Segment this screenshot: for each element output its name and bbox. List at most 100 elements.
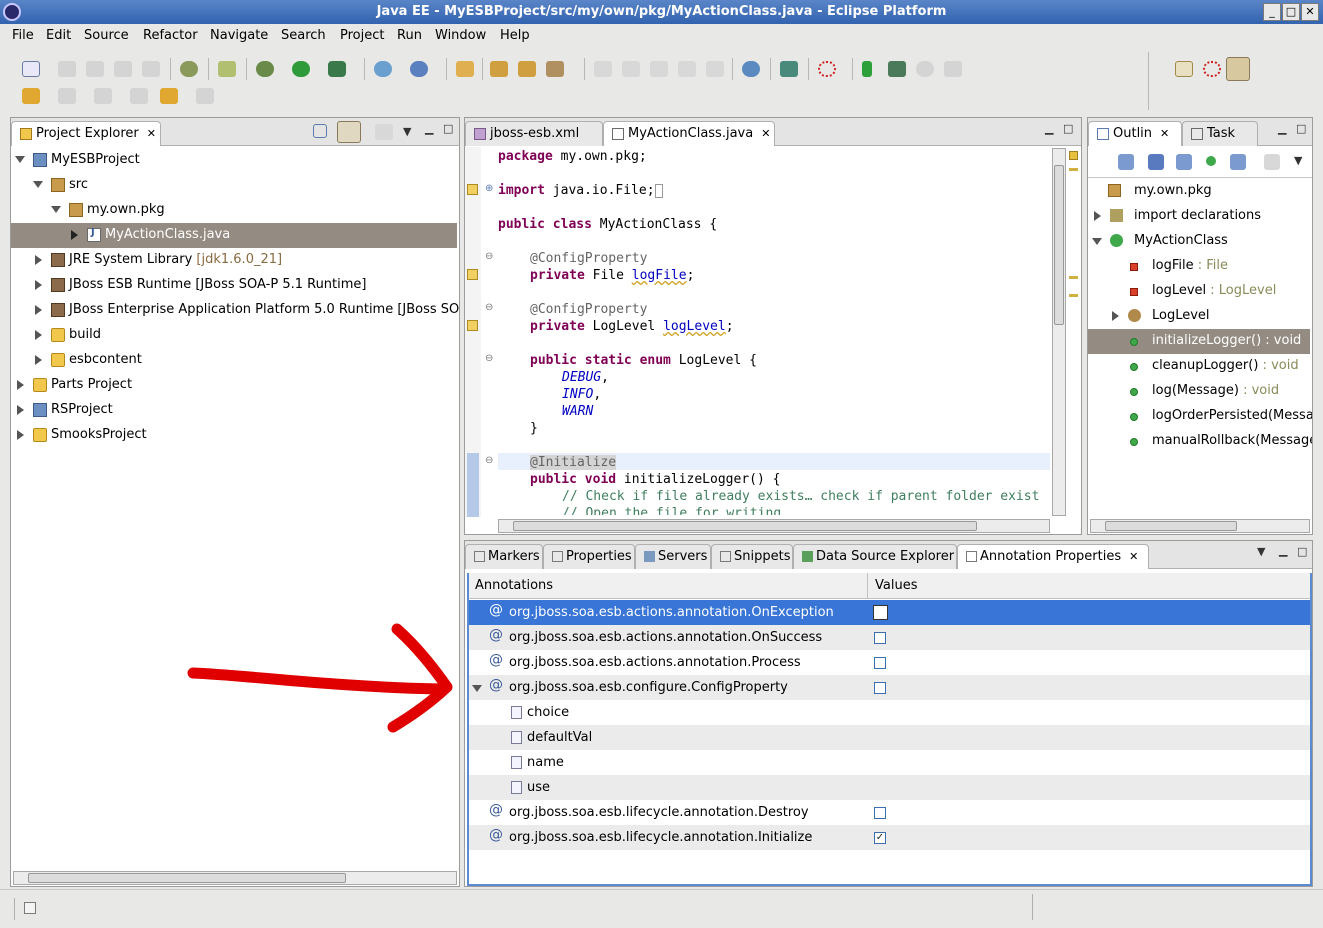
menu-source[interactable]: Source [84, 28, 129, 43]
overview-marker[interactable] [1069, 276, 1078, 279]
tree-item-esb-runtime[interactable]: JBoss ESB Runtime [JBoss SOA-P 5.1 Runti… [11, 273, 459, 298]
scrollbar-thumb[interactable] [513, 521, 977, 531]
collapse-twisty-icon[interactable] [71, 230, 78, 240]
table-row-configproperty[interactable]: @ org.jboss.soa.esb.configure.ConfigProp… [469, 675, 1310, 700]
expand-twisty-icon[interactable] [51, 206, 61, 213]
maximize-view-icon[interactable]: □ [1296, 122, 1306, 135]
value-checkbox[interactable] [874, 657, 886, 669]
collapse-twisty-icon[interactable] [17, 380, 24, 390]
save-as-icon[interactable] [114, 61, 132, 77]
tree-item-esbcontent[interactable]: esbcontent [11, 348, 459, 373]
hide-fields-icon[interactable] [1148, 154, 1164, 170]
collapse-fold-icon[interactable]: ⊖ [485, 455, 493, 466]
menu-help[interactable]: Help [500, 28, 530, 43]
tab-servers[interactable]: Servers [635, 544, 711, 569]
collapse-twisty-icon[interactable] [1112, 311, 1119, 321]
run-external-icon[interactable] [328, 61, 346, 77]
collapse-twisty-icon[interactable] [17, 430, 24, 440]
debug-server-icon[interactable] [888, 61, 906, 77]
pen-icon[interactable] [218, 61, 236, 77]
tab-properties[interactable]: Properties [543, 544, 635, 569]
tree-item-src[interactable]: src [11, 173, 459, 198]
outline-item-class[interactable]: MyActionClass [1088, 229, 1312, 254]
column-header-annotations[interactable]: Annotations [475, 578, 553, 593]
overview-marker[interactable] [1069, 168, 1078, 171]
tree-item-smooksproject[interactable]: SmooksProject [11, 423, 459, 448]
table-row-onsuccess[interactable]: @ org.jboss.soa.esb.actions.annotation.O… [469, 625, 1310, 650]
tree-item-build[interactable]: build [11, 323, 459, 348]
tree-item-package[interactable]: my.own.pkg [11, 198, 459, 223]
warning-icon[interactable] [467, 269, 478, 280]
deploy-icon[interactable] [780, 61, 798, 77]
table-row-destroy[interactable]: @ org.jboss.soa.esb.lifecycle.annotation… [469, 800, 1310, 825]
collapse-fold-icon[interactable]: ⊖ [485, 353, 493, 364]
collapse-twisty-icon[interactable] [35, 305, 42, 315]
collapse-twisty-icon[interactable] [35, 280, 42, 290]
close-button[interactable]: ✕ [1301, 3, 1319, 21]
tab-markers[interactable]: Markers [465, 544, 543, 569]
tab-project-explorer[interactable]: Project Explorer ✕ [11, 121, 161, 146]
editor-horizontal-scrollbar[interactable] [498, 519, 1050, 533]
start-server-icon[interactable] [862, 61, 872, 77]
collapse-twisty-icon[interactable] [1094, 211, 1101, 221]
menu-refactor[interactable]: Refactor [143, 28, 198, 43]
link-editor-icon[interactable] [337, 121, 361, 143]
value-checkbox[interactable] [874, 632, 886, 644]
sort-icon[interactable] [1118, 154, 1134, 170]
maximize-button[interactable]: □ [1282, 3, 1300, 21]
tree-item-myactionclass[interactable]: MyActionClass.java [11, 223, 457, 248]
globe-icon[interactable] [742, 61, 760, 77]
new-class-icon[interactable] [410, 61, 428, 77]
view-menu-icon[interactable]: ▼ [403, 125, 411, 138]
tree-item-rsproject[interactable]: RSProject [11, 398, 459, 423]
column-header-values[interactable]: Values [875, 578, 917, 593]
close-tab-icon[interactable]: ✕ [147, 127, 156, 140]
overview-warning-icon[interactable] [1069, 151, 1078, 160]
tab-task[interactable]: Task [1182, 121, 1258, 146]
expand-twisty-icon[interactable] [33, 181, 43, 188]
tree-item-parts-project[interactable]: Parts Project [11, 373, 459, 398]
outline-item-log[interactable]: log(Message) : void [1088, 379, 1312, 404]
spinner-icon[interactable] [818, 61, 836, 77]
open-folder-icon[interactable] [456, 61, 474, 77]
code-area[interactable]: package my.own.pkg; import java.io.File;… [498, 147, 1050, 515]
collapse-twisty-icon[interactable] [17, 405, 24, 415]
overview-marker[interactable] [1069, 294, 1078, 297]
tab-jboss-esb-xml[interactable]: jboss-esb.xml [465, 121, 603, 146]
minimize-button[interactable]: _ [1263, 3, 1281, 21]
collapse-fold-icon[interactable]: ⊖ [485, 302, 493, 313]
save-all-icon[interactable] [86, 61, 104, 77]
javaee-perspective-icon[interactable] [1226, 57, 1250, 81]
value-checkbox[interactable] [874, 807, 886, 819]
maximize-view-icon[interactable]: □ [443, 122, 453, 135]
collapse-all-icon[interactable] [313, 124, 327, 138]
folder2-icon[interactable] [518, 61, 536, 77]
expand-twisty-icon[interactable] [472, 685, 482, 692]
new-server-icon[interactable] [374, 61, 392, 77]
warning-icon[interactable] [467, 184, 478, 195]
save-icon[interactable] [58, 61, 76, 77]
close-tab-icon[interactable]: ✕ [761, 127, 770, 140]
close-tab-icon[interactable]: ✕ [1160, 127, 1169, 140]
minimize-view-icon[interactable]: ▁ [1045, 122, 1053, 135]
outline-item-loglevel-enum[interactable]: LogLevel [1088, 304, 1312, 329]
folder-icon[interactable] [490, 61, 508, 77]
tab-outline[interactable]: Outlin ✕ [1088, 121, 1182, 146]
horizontal-scrollbar[interactable] [13, 871, 457, 885]
outline-item-manualrollback[interactable]: manualRollback(Message [1088, 429, 1312, 454]
scrollbar-thumb[interactable] [1105, 521, 1237, 531]
tool-icon[interactable] [546, 61, 564, 77]
outline-item-package[interactable]: my.own.pkg [1088, 179, 1312, 204]
back-icon[interactable] [160, 88, 178, 104]
hide-nonpublic-icon[interactable] [1206, 156, 1216, 166]
menu-file[interactable]: File [12, 28, 34, 43]
hide-static-icon[interactable] [1176, 154, 1192, 170]
menu-window[interactable]: Window [435, 28, 486, 43]
collapse-twisty-icon[interactable] [35, 330, 42, 340]
collapse-twisty-icon[interactable] [35, 255, 42, 265]
table-row-name[interactable]: name [469, 750, 1310, 775]
outline-horizontal-scrollbar[interactable] [1090, 519, 1310, 533]
up-arrow-icon[interactable] [22, 88, 40, 104]
tab-data-source-explorer[interactable]: Data Source Explorer [793, 544, 957, 569]
value-checkbox[interactable] [874, 682, 886, 694]
